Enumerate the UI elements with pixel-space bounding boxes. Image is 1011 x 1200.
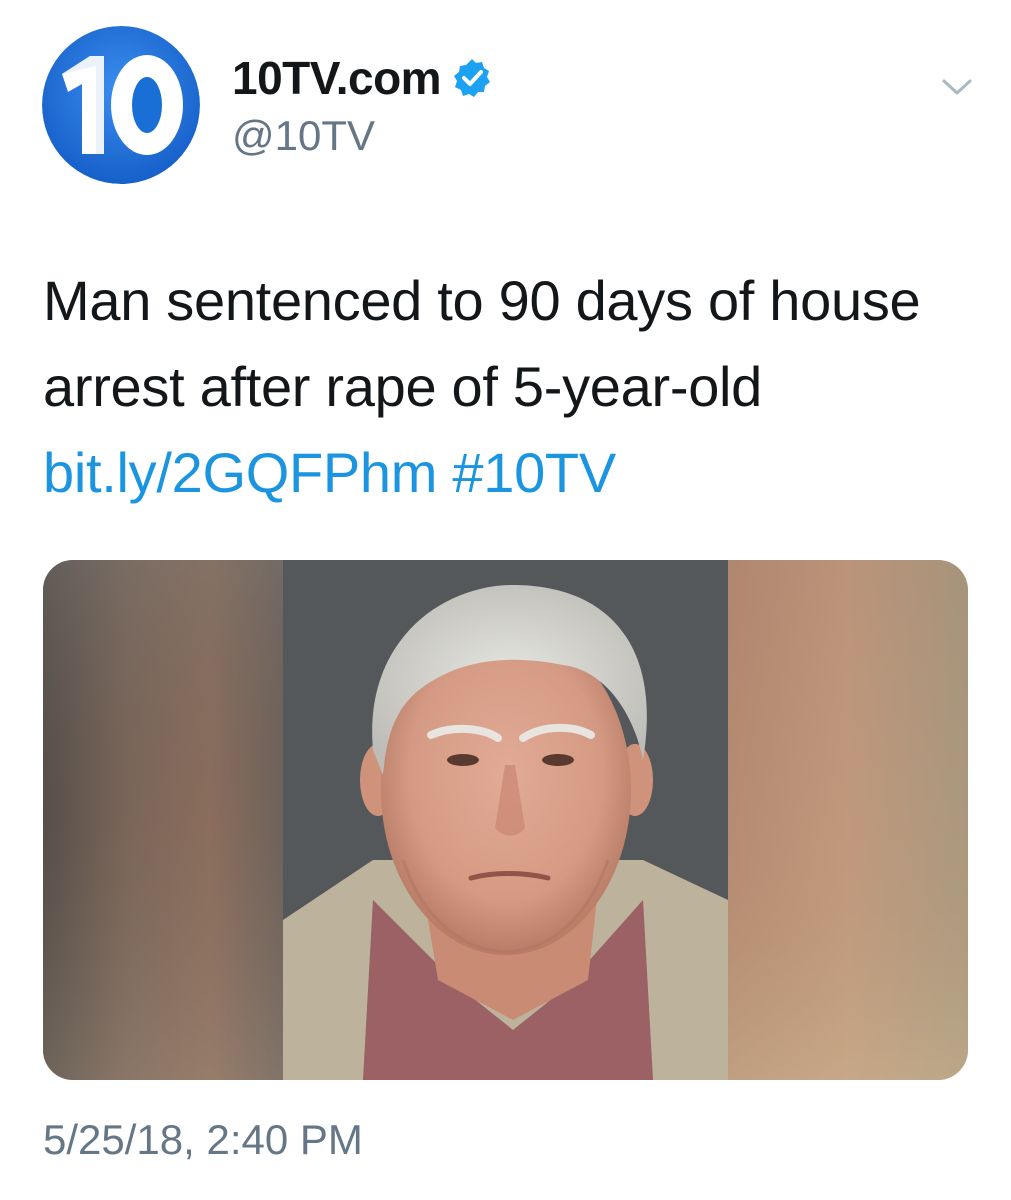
tweet-hashtag[interactable]: #10TV xyxy=(452,441,616,504)
avatar[interactable] xyxy=(42,26,200,184)
tweet-media-image[interactable] xyxy=(43,560,968,1080)
tweet-timestamp[interactable]: 5/25/18, 2:40 PM xyxy=(43,1112,363,1168)
name-row: 10TV.com xyxy=(232,48,493,108)
chevron-down-icon[interactable] xyxy=(930,60,984,114)
verified-badge-icon xyxy=(451,57,493,99)
tweet-link[interactable]: bit.ly/2GQFPhm xyxy=(43,441,437,504)
tweet-card: 10TV.com @10TV Man sentenced to 90 days … xyxy=(0,0,1011,1200)
user-handle[interactable]: @10TV xyxy=(232,108,375,164)
tweet-text: Man sentenced to 90 days of house arrest… xyxy=(43,258,973,516)
display-name[interactable]: 10TV.com xyxy=(232,48,442,108)
tweet-body-text: Man sentenced to 90 days of house arrest… xyxy=(43,269,921,418)
